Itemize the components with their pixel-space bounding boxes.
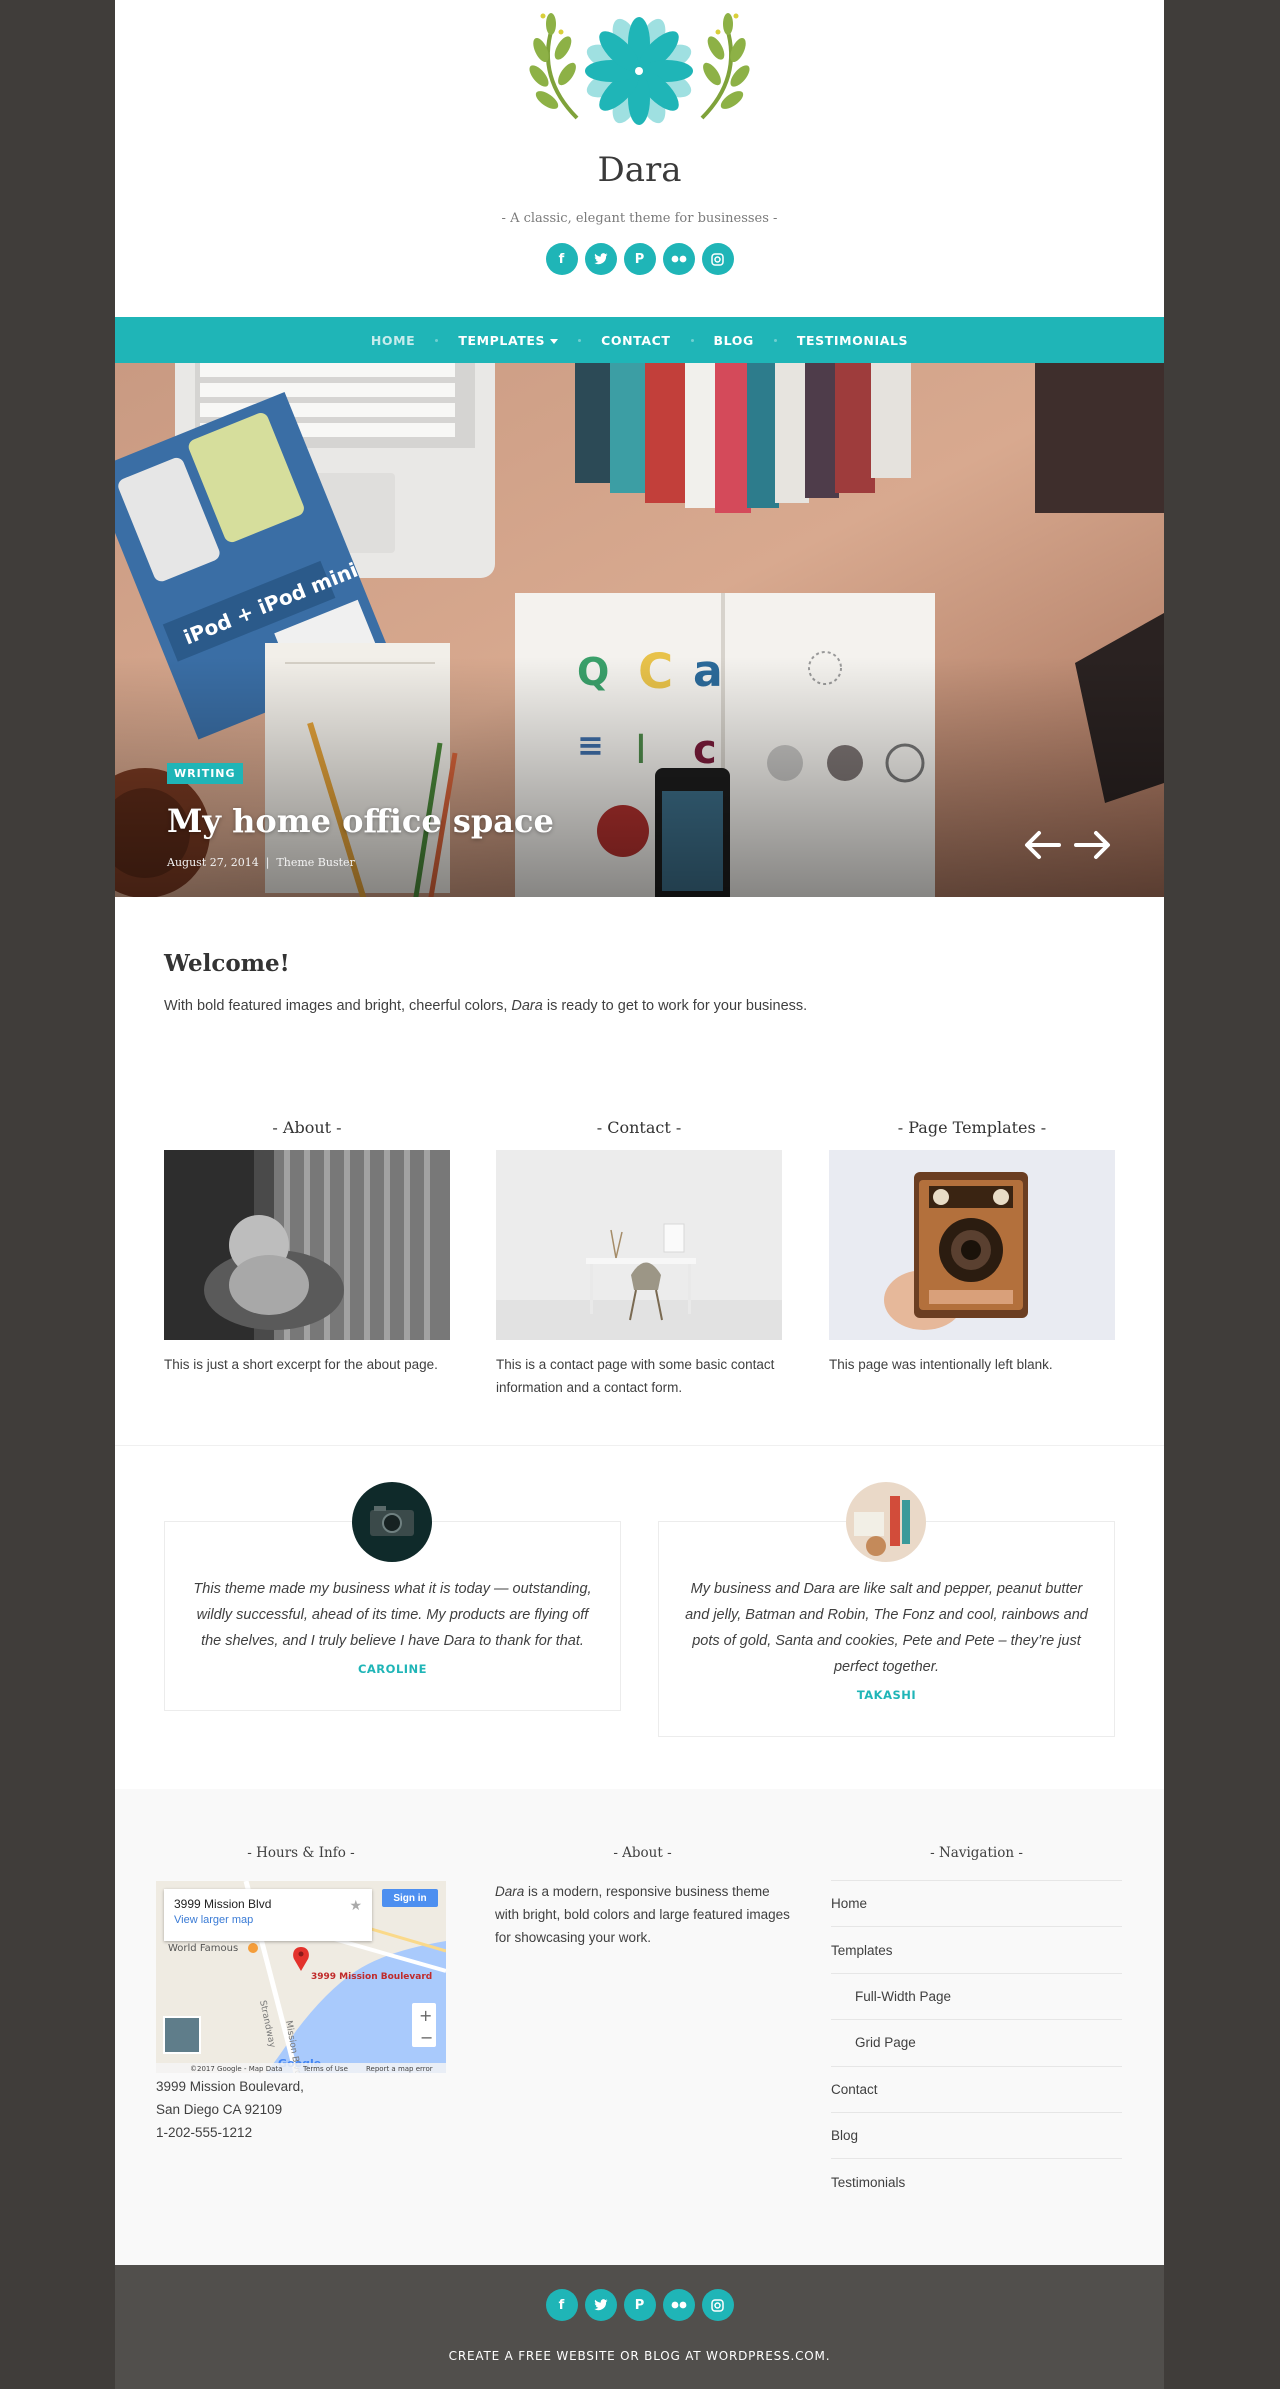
site-header: Dara - A classic, elegant theme for busi… [115, 0, 1164, 317]
testimonial-author[interactable]: TAKASHI [659, 1680, 1114, 1736]
footer-nav-grid-page[interactable]: Grid Page [831, 2019, 1122, 2065]
pinterest-icon[interactable]: P [623, 2289, 656, 2321]
footer-nav-testimonials[interactable]: Testimonials [831, 2158, 1122, 2204]
site-footer [115, 2265, 1164, 2389]
footer-nav-full-width-page[interactable]: Full-Width Page [831, 1972, 1122, 2019]
about-image[interactable] [164, 1150, 450, 1340]
business-address: 3999 Mission Boulevard, San Diego CA 921… [156, 2075, 304, 2144]
about-widget-title: - About - [613, 1845, 672, 1861]
nav-item-home[interactable]: Home [351, 333, 435, 348]
footer-navigation: Home Templates Full-Width Page Grid Page… [831, 1880, 1122, 2205]
instagram-icon[interactable] [701, 243, 734, 275]
camera-image[interactable] [829, 1150, 1115, 1340]
testimonial-avatar [352, 1482, 432, 1562]
column-title[interactable]: - About - [164, 1118, 450, 1140]
about-column: - About - This is just a short excerpt f… [164, 1118, 450, 1376]
flickr-icon[interactable] [662, 243, 695, 275]
wordpress-credit-link[interactable]: CREATE A FREE WEBSITE OR BLOG AT WORDPRE… [115, 2349, 1164, 2363]
post-category-tag[interactable]: WRITING [167, 763, 243, 784]
view-larger-map-link[interactable]: View larger map [174, 1914, 362, 1926]
arrow-left-icon[interactable] [1023, 825, 1063, 865]
map-poi-label: World Famous [168, 1943, 238, 1954]
facebook-icon[interactable]: f [545, 2289, 578, 2321]
address-line: San Diego CA 92109 [156, 2102, 283, 2117]
column-text: This is just a short excerpt for the abo… [164, 1357, 438, 1372]
meta-separator: | [265, 856, 270, 869]
map-sign-in-button[interactable]: Sign in [382, 1889, 438, 1907]
address-line: 3999 Mission Boulevard, [156, 2079, 304, 2094]
page: Dara - A classic, elegant theme for busi… [115, 0, 1164, 2389]
nav-item-blog[interactable]: Blog [694, 333, 774, 348]
map-terms-link: Terms of Use [302, 2065, 348, 2073]
nav-item-testimonials[interactable]: Testimonials [777, 333, 928, 348]
site-tagline: - A classic, elegant theme for businesse… [501, 211, 778, 226]
welcome-text-end: is ready to get to work for your busines… [542, 998, 808, 1014]
instagram-icon[interactable] [701, 2289, 734, 2321]
twitter-icon[interactable] [584, 243, 617, 275]
map-attribution: ©2017 Google - Map Data [190, 2065, 282, 2073]
contact-column: - Contact - This is a contact page with … [496, 1118, 782, 1399]
hero-post-title[interactable]: My home office space [167, 802, 554, 840]
column-title[interactable]: - Page Templates - [829, 1118, 1115, 1140]
map-pin-label: 3999 Mission Boulevard [311, 1972, 432, 1982]
footer-nav-blog[interactable]: Blog [831, 2111, 1122, 2158]
nav-item-contact[interactable]: Contact [581, 333, 690, 348]
about-emphasis: Dara [495, 1884, 525, 1899]
main-navigation: Home Templates Contact Blog Testimonials [115, 317, 1164, 363]
navigation-widget-title: - Navigation - [930, 1845, 1023, 1861]
svg-text:−: − [420, 2028, 433, 2047]
caret-down-icon [550, 338, 559, 344]
hours-info-title: - Hours & Info - [247, 1845, 355, 1861]
testimonial-author[interactable]: CAROLINE [165, 1654, 620, 1710]
column-text: This is a contact page with some basic c… [496, 1357, 775, 1395]
twitter-icon[interactable] [584, 2289, 617, 2321]
map-place-name: 3999 Mission Blvd [174, 1897, 272, 1911]
nav-item-templates-label: Templates [458, 332, 546, 348]
page-templates-column: - Page Templates - This page was intenti… [829, 1118, 1115, 1376]
testimonial-avatar [846, 1482, 926, 1562]
about-description: is a modern, responsive business theme w… [495, 1884, 790, 1945]
phone-number[interactable]: 1-202-555-1212 [156, 2121, 304, 2144]
pinterest-icon[interactable]: P [623, 243, 656, 275]
footer-social-links: f P [115, 2289, 1164, 2321]
about-widget-text: Dara is a modern, responsive business th… [495, 1880, 790, 1949]
post-author[interactable]: Theme Buster [276, 856, 354, 869]
footer-nav-contact[interactable]: Contact [831, 2065, 1122, 2112]
section-divider [115, 1445, 1164, 1446]
footer-nav-templates[interactable]: Templates [831, 1926, 1122, 1972]
contact-image[interactable] [496, 1150, 782, 1340]
arrow-right-icon[interactable] [1072, 825, 1112, 865]
nav-item-templates[interactable]: Templates [438, 333, 578, 348]
sign-in-label: Sign in [393, 1892, 427, 1904]
site-title[interactable]: Dara [115, 150, 1164, 190]
hero-post-meta: August 27, 2014 | Theme Buster [167, 856, 355, 869]
map-info-card: 3999 Mission Blvd View larger map ★ [164, 1889, 372, 1941]
flower-logo-icon[interactable] [517, 8, 762, 128]
welcome-text-emphasis: Dara [511, 998, 543, 1014]
column-text: This page was intentionally left blank. [829, 1357, 1053, 1372]
facebook-icon[interactable]: f [545, 243, 578, 275]
column-title[interactable]: - Contact - [496, 1118, 782, 1140]
header-social-links: f P [115, 243, 1164, 275]
hero-slider: iPod + iPod mini Q [115, 363, 1164, 897]
star-icon[interactable]: ★ [349, 1897, 362, 1914]
google-map[interactable]: 3999 Mission Boulevard World Famous Stra… [156, 1881, 446, 2073]
footer-nav-home[interactable]: Home [831, 1880, 1122, 1926]
flickr-icon[interactable] [662, 2289, 695, 2321]
map-report-link: Report a map error [366, 2065, 433, 2073]
welcome-title: Welcome! [164, 950, 290, 977]
post-date[interactable]: August 27, 2014 [167, 856, 259, 869]
welcome-text: With bold featured images and bright, ch… [164, 998, 807, 1014]
svg-text:+: + [419, 2006, 432, 2025]
welcome-text-start: With bold featured images and bright, ch… [164, 998, 512, 1014]
